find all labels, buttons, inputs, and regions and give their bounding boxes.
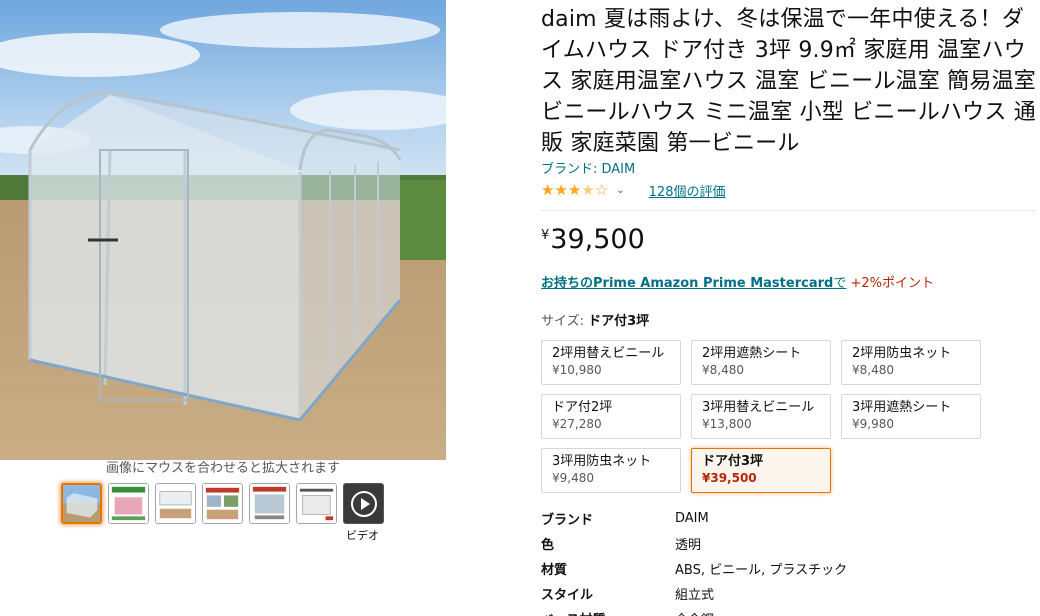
thumbnail-image: [203, 484, 242, 523]
variation-option[interactable]: 3坪用遮熱シート ¥9,980: [841, 394, 981, 439]
video-thumbnail[interactable]: [343, 483, 384, 524]
thumbnail-strip: [61, 483, 384, 524]
greenhouse-photo: [0, 0, 446, 460]
spec-row: 材質 ABS, ビニール, プラスチック: [541, 556, 1036, 581]
variation-name: 3坪用防虫ネット: [552, 454, 652, 469]
variation-price: ¥8,480: [852, 363, 894, 377]
variation-option[interactable]: 3坪用替えビニール ¥13,800: [691, 394, 831, 439]
brand-link[interactable]: ブランド: DAIM: [541, 161, 1036, 178]
main-product-image[interactable]: [0, 0, 446, 460]
thumbnail-image: [63, 485, 100, 522]
thumbnail-3[interactable]: [155, 483, 196, 524]
chevron-down-icon[interactable]: ⌄: [616, 185, 624, 196]
star-rating[interactable]: ★ ★ ★ ★ ☆: [541, 182, 608, 198]
spec-value: 合金鋼: [675, 609, 714, 616]
promo-card-name: お持ちのPrime Amazon Prime Mastercard: [541, 276, 834, 291]
promo-card-suffix: で: [833, 276, 847, 291]
variation-price: ¥27,280: [552, 417, 602, 431]
variation-name: ドア付3坪: [702, 454, 764, 469]
zoom-hint: 画像にマウスを合わせると拡大されます: [105, 461, 340, 476]
star-full-icon: ★: [567, 181, 582, 199]
promo-points: +2%ポイント: [850, 276, 934, 291]
variation-price: ¥8,480: [702, 363, 744, 377]
variation-name: 3坪用遮熱シート: [852, 400, 952, 415]
spec-value: 透明: [675, 538, 702, 553]
price-value: 39,500: [550, 224, 645, 255]
spec-key: スタイル: [541, 588, 594, 603]
play-icon: [350, 490, 377, 517]
thumbnail-4[interactable]: [202, 483, 243, 524]
variation-name: 3坪用替えビニール: [702, 400, 815, 415]
spec-row: 色 透明: [541, 531, 1036, 556]
promo-line: お持ちのPrime Amazon Prime Mastercardで +2%ポイ…: [541, 275, 1036, 293]
thumbnail-image: [156, 484, 195, 523]
thumbnail-5[interactable]: [249, 483, 290, 524]
star-empty-icon: ☆: [594, 181, 609, 199]
variation-price: ¥39,500: [702, 471, 757, 485]
review-count-link[interactable]: 128個の評価: [649, 181, 726, 200]
variation-price: ¥13,800: [702, 417, 752, 431]
product-info: daim 夏は雨よけ、冬は保温で一年中使える！ダイムハウス ドア付き 3坪 9.…: [541, 0, 1036, 616]
thumbnail-image: [297, 484, 336, 523]
promo-card-link[interactable]: お持ちのPrime Amazon Prime Mastercardで: [541, 276, 846, 291]
variation-option[interactable]: 2坪用替えビニール ¥10,980: [541, 340, 681, 385]
variation-option[interactable]: 3坪用防虫ネット ¥9,480: [541, 448, 681, 493]
thumbnail-6[interactable]: [296, 483, 337, 524]
size-selector-label: サイズ: ドア付3坪: [541, 313, 1036, 331]
size-variations: 2坪用替えビニール ¥10,980 2坪用遮熱シート ¥8,480 2坪用防虫ネット ¥8…: [541, 340, 1036, 493]
thumbnail-2[interactable]: [108, 483, 149, 524]
spec-row: ブランド DAIM: [541, 506, 1036, 531]
size-selected-value: ドア付3坪: [588, 314, 650, 329]
thumbnail-image: [109, 484, 148, 523]
size-label-text: サイズ:: [541, 314, 584, 329]
spec-value: ABS, ビニール, プラスチック: [675, 563, 848, 578]
variation-name: 2坪用替えビニール: [552, 346, 665, 361]
variation-option[interactable]: 2坪用防虫ネット ¥8,480: [841, 340, 981, 385]
product-title: daim 夏は雨よけ、冬は保温で一年中使える！ダイムハウス ドア付き 3坪 9.…: [541, 7, 1036, 156]
star-half-icon: ★: [581, 181, 595, 199]
variation-name: 2坪用防虫ネット: [852, 346, 952, 361]
variation-option[interactable]: ドア付3坪 ¥39,500: [691, 448, 831, 493]
thumbnail-1[interactable]: [61, 483, 102, 524]
variation-price: ¥9,480: [552, 471, 594, 485]
divider: [541, 210, 1036, 211]
spec-key: ベース材質: [541, 609, 675, 616]
product-specs: ブランドDAIM色透明材質ABS, ビニール, プラスチックスタイル組立式ベース…: [541, 506, 1036, 616]
spec-value: 組立式: [675, 588, 715, 603]
price-symbol: ¥: [541, 228, 550, 243]
variation-option[interactable]: 2坪用遮熱シート ¥8,480: [691, 340, 831, 385]
spec-row: ベース材質合金鋼: [541, 606, 1036, 616]
spec-value: DAIM: [675, 511, 709, 526]
star-full-icon: ★: [541, 181, 555, 199]
variation-name: 2坪用遮熱シート: [702, 346, 802, 361]
spec-key: ブランド: [541, 513, 594, 528]
variation-price: ¥10,980: [552, 363, 602, 377]
spec-row: スタイル 組立式: [541, 581, 1036, 606]
spec-key: 材質: [541, 563, 568, 578]
variation-name: ドア付2坪: [552, 400, 613, 415]
price: ¥ 39,500: [541, 225, 1036, 259]
spec-key: 色: [541, 538, 555, 553]
variation-price: ¥9,980: [852, 417, 894, 431]
thumbnail-image: [250, 484, 289, 523]
rating-row: ★ ★ ★ ★ ☆ ⌄ 128個の評価: [541, 180, 1036, 200]
video-label: ビデオ: [346, 529, 379, 542]
star-full-icon: ★: [554, 181, 568, 199]
variation-option[interactable]: ドア付2坪 ¥27,280: [541, 394, 681, 439]
